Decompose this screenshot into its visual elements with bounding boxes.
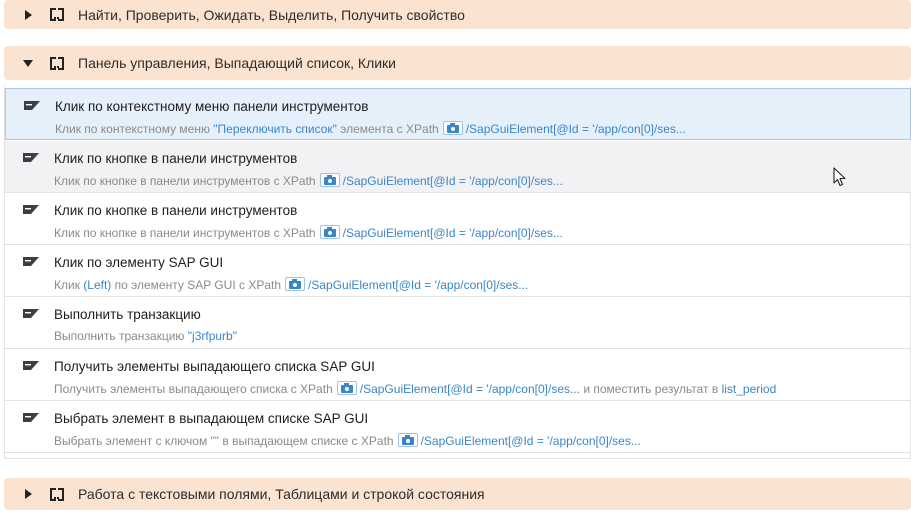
sap-logo-icon <box>23 413 39 422</box>
xpath-link[interactable]: /SapGuiElement[@Id = '/app/con[0]/ses... <box>343 174 563 188</box>
action-title: Клик по кнопке в панели инструментов <box>54 151 298 166</box>
xpath-link[interactable]: /SapGuiElement[@Id = '/app/con[0]/ses... <box>308 278 528 292</box>
action-row[interactable]: Выбрать элемент в выпадающем списке SAP … <box>5 401 911 453</box>
camera-icon[interactable] <box>285 277 306 291</box>
action-description: Клик (Left) по элементу SAP GUI с XPath /… <box>54 277 529 292</box>
expand-arrow-icon[interactable] <box>24 489 32 499</box>
group-toolbar-dropdown-clicks[interactable]: Панель управления, Выпадающий список, Кл… <box>4 46 911 80</box>
camera-icon[interactable] <box>319 173 340 187</box>
camera-icon[interactable] <box>336 381 357 395</box>
action-title: Клик по элементу SAP GUI <box>54 255 224 270</box>
action-title: Получить элементы выпадающего списка SAP… <box>54 359 375 374</box>
action-param: (Left) <box>83 278 112 292</box>
expand-arrow-icon[interactable] <box>24 9 32 20</box>
group-title: Найти, Проверить, Ожидать, Выделить, Пол… <box>78 6 465 23</box>
group-title: Работа с текстовыми полями, Таблицами и … <box>78 486 485 502</box>
group-bracket-icon <box>50 8 64 21</box>
action-description: Клик по контекстному меню "Переключить с… <box>55 121 686 136</box>
mouse-cursor-icon <box>833 167 846 187</box>
variable-link[interactable]: list_period <box>722 382 777 396</box>
xpath-link[interactable]: /SapGuiElement[@Id = '/app/con[0]/ses... <box>466 122 686 136</box>
action-param: "Переключить список" <box>213 122 337 136</box>
camera-icon[interactable] <box>397 433 418 447</box>
action-title: Клик по контекстному меню панели инструм… <box>55 99 369 114</box>
action-row[interactable]: Клик по контекстному меню панели инструм… <box>5 88 911 140</box>
collapse-arrow-icon[interactable] <box>23 59 33 67</box>
transaction-code: "j3rfpurb" <box>187 329 237 343</box>
camera-icon[interactable] <box>442 121 463 135</box>
sap-logo-icon <box>24 101 40 110</box>
action-description: Получить элементы выпадающего списка с X… <box>54 381 777 396</box>
sap-logo-icon <box>23 205 39 214</box>
action-description: Выполнить транзакцию "j3rfpurb" <box>54 329 237 343</box>
xpath-link[interactable]: /SapGuiElement[@Id = '/app/con[0]/ses... <box>421 434 641 448</box>
group-bracket-icon <box>50 487 64 501</box>
group-bracket-icon <box>50 56 64 70</box>
xpath-link[interactable]: /SapGuiElement[@Id = '/app/con[0]/ses... <box>343 226 563 240</box>
group-find-check-wait[interactable]: Найти, Проверить, Ожидать, Выделить, Пол… <box>4 0 911 29</box>
action-title: Клик по кнопке в панели инструментов <box>54 203 298 218</box>
sap-logo-icon <box>23 361 39 370</box>
camera-icon[interactable] <box>319 225 340 239</box>
group-title: Панель управления, Выпадающий список, Кл… <box>78 55 397 71</box>
action-title: Выбрать элемент в выпадающем списке SAP … <box>54 411 369 426</box>
action-list: Клик по контекстному меню панели инструм… <box>4 85 911 459</box>
sap-logo-icon <box>23 257 39 266</box>
action-row[interactable]: Получить элементы выпадающего списка SAP… <box>5 349 911 401</box>
action-description: Клик по кнопке в панели инструментов с X… <box>54 173 563 188</box>
xpath-link[interactable]: /SapGuiElement[@Id = '/app/con[0]/ses... <box>360 382 580 396</box>
group-textfields-tables-statusbar[interactable]: Работа с текстовыми полями, Таблицами и … <box>4 478 911 510</box>
action-description: Клик по кнопке в панели инструментов с X… <box>54 225 563 240</box>
action-row[interactable]: Выполнить транзакцию Выполнить транзакци… <box>5 297 911 349</box>
action-row[interactable]: Клик по кнопке в панели инструментов Кли… <box>5 193 911 245</box>
action-row[interactable]: Клик по элементу SAP GUI Клик (Left) по … <box>5 245 911 297</box>
sap-logo-icon <box>23 153 39 162</box>
action-description: Выбрать элемент с ключом "" в выпадающем… <box>54 433 641 448</box>
action-row[interactable]: Клик по кнопке в панели инструментов Кли… <box>5 141 911 193</box>
sap-logo-icon <box>23 309 39 318</box>
action-title: Выполнить транзакцию <box>54 307 201 322</box>
